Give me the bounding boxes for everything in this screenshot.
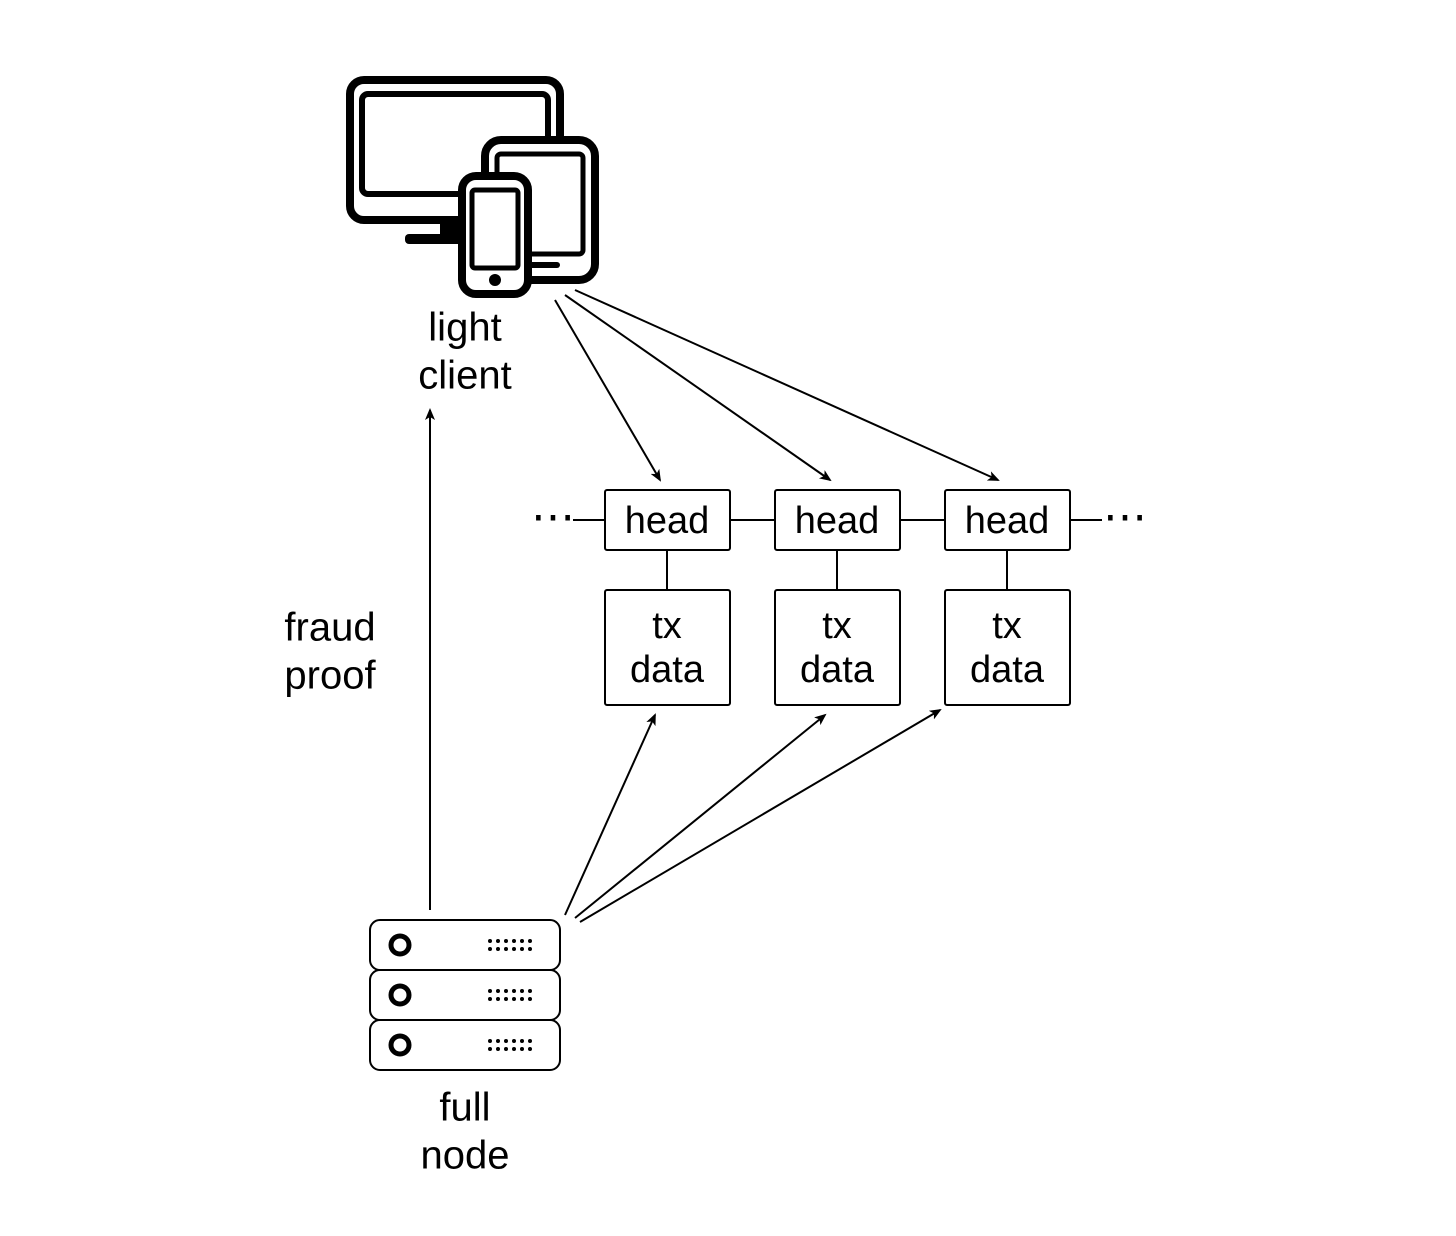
txdata-label-2a: tx [822,605,852,647]
arrow-lightclient-to-head1 [555,300,660,480]
head-label-3: head [965,500,1050,542]
arrow-fullnode-to-tx3 [580,710,940,922]
arrow-fullnode-to-tx2 [575,715,825,918]
txdata-label-3b: data [970,649,1045,691]
head-label-1: head [625,500,710,542]
devices-icon [350,80,595,294]
head-label-2: head [795,500,880,542]
fraud-proof-label-line2: proof [284,654,376,698]
txdata-label-1b: data [630,649,705,691]
full-node-label-line1: full [439,1086,490,1130]
arrow-lightclient-to-head3 [575,290,998,480]
light-client-label-line1: light [428,306,501,350]
txdata-label-1a: tx [652,605,682,647]
server-icon [370,920,560,1070]
fraud-proof-label-line1: fraud [284,606,375,650]
txdata-label-3a: tx [992,605,1022,647]
light-client-label-line2: client [418,354,511,398]
ellipsis-right: ⋯ [1103,493,1147,542]
ellipsis-left: ⋯ [531,493,575,542]
full-node-label-line2: node [421,1134,510,1178]
txdata-label-2b: data [800,649,875,691]
diagram-canvas: light client ⋯ head head head ⋯ tx data … [0,0,1456,1236]
